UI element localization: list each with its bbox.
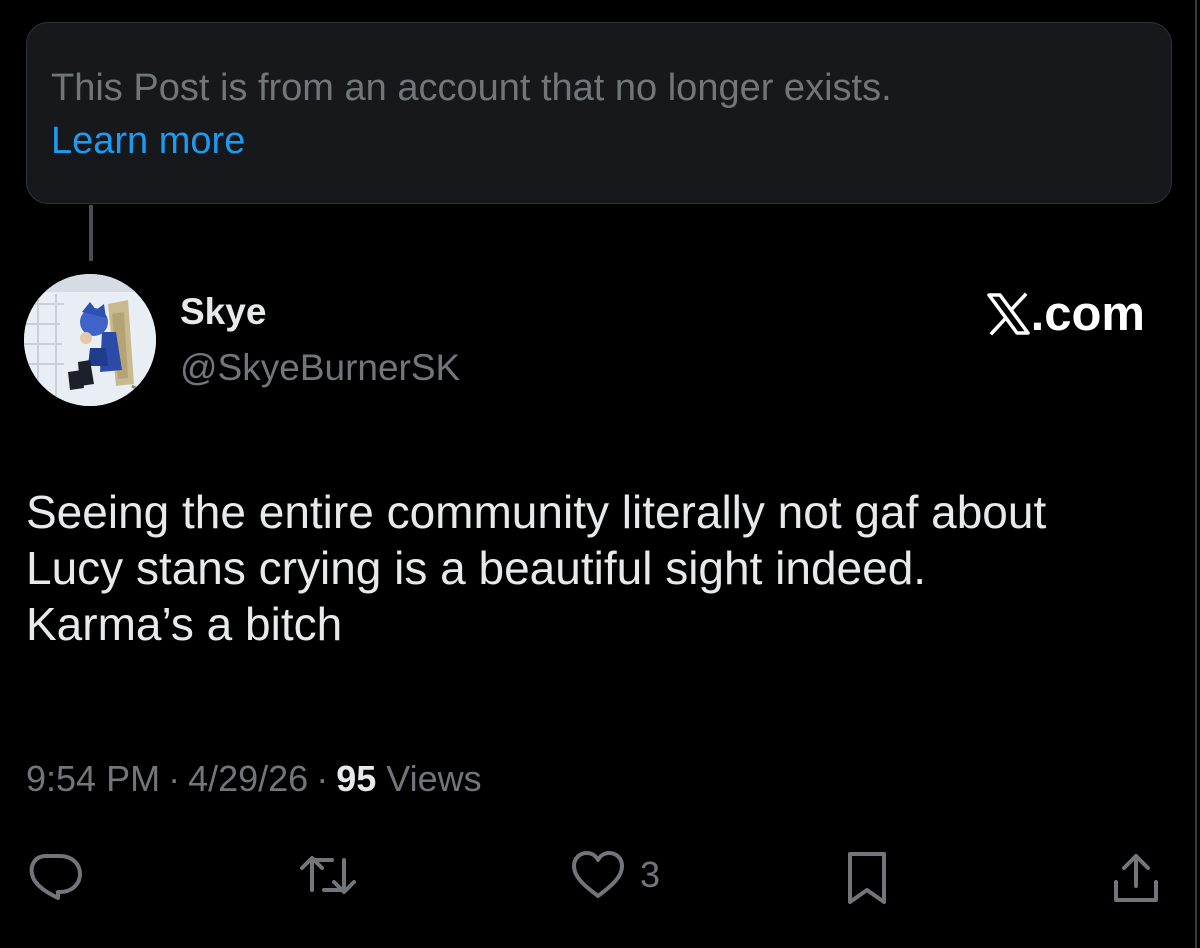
views-label: Views	[386, 758, 482, 799]
repost-button[interactable]	[298, 850, 358, 900]
post-time[interactable]: 9:54 PM	[26, 758, 160, 799]
views-count: 95	[336, 758, 377, 799]
x-com-watermark: .com	[986, 286, 1145, 342]
meta-separator: ·	[168, 758, 181, 799]
learn-more-link[interactable]: Learn more	[51, 114, 245, 168]
heart-icon	[572, 851, 624, 898]
deleted-account-notice: This Post is from an account that no lon…	[26, 22, 1172, 204]
notice-text: This Post is from an account that no lon…	[51, 67, 892, 109]
meta-separator: ·	[316, 758, 329, 799]
author-display-name[interactable]: Skye	[180, 290, 266, 334]
post-date[interactable]: 4/29/26	[188, 758, 308, 799]
watermark-text: .com	[1030, 287, 1145, 341]
repost-icon	[300, 856, 356, 894]
thread-connector-line	[89, 205, 93, 261]
reply-icon	[29, 854, 82, 900]
avatar[interactable]	[24, 274, 156, 406]
bookmark-icon	[848, 852, 886, 904]
share-icon	[1114, 854, 1158, 902]
author-handle[interactable]: @SkyeBurnerSK	[180, 346, 460, 390]
like-button[interactable]: 3	[570, 850, 660, 900]
post-body-text: Seeing the entire community literally no…	[26, 486, 1047, 650]
bookmark-button[interactable]	[842, 850, 892, 906]
x-logo-icon	[986, 292, 1030, 336]
reply-button[interactable]	[24, 850, 84, 900]
post-meta: 9:54 PM · 4/29/26 · 95 Views	[26, 754, 482, 804]
screen-edge-divider	[1195, 0, 1197, 948]
like-count: 3	[640, 854, 661, 895]
share-button[interactable]	[1108, 850, 1164, 906]
